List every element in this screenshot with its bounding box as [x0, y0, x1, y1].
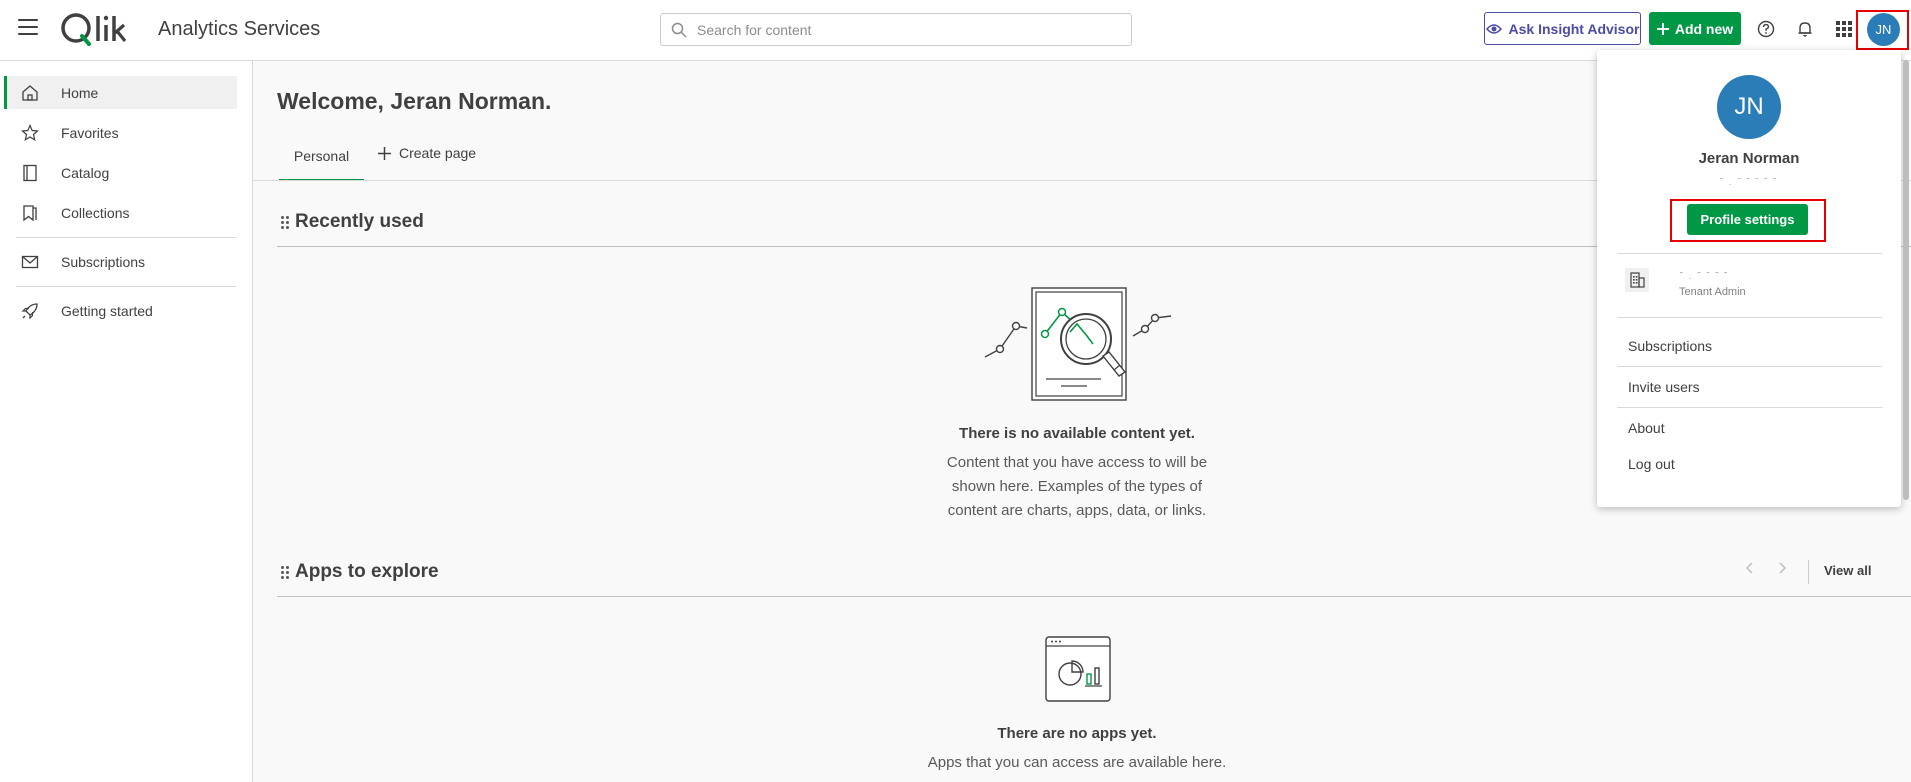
search-bar[interactable] — [660, 13, 1132, 46]
sidebar-item-collections[interactable]: Collections — [4, 196, 237, 229]
drag-handle-icon[interactable] — [281, 565, 289, 579]
sidebar-divider — [16, 237, 236, 238]
add-new-button[interactable]: Add new — [1649, 12, 1741, 45]
empty-state-description: Content that you have access to will be … — [877, 451, 1277, 523]
collections-icon — [23, 205, 37, 222]
envelope-icon — [21, 255, 39, 269]
sidebar-item-label: Getting started — [61, 302, 153, 319]
sidebar-item-label: Subscriptions — [61, 253, 146, 270]
tenant-name-redacted: ˜ ¸ ˜ ˜ ˜ ˜ — [1680, 271, 1730, 279]
recently-used-header: Recently used — [281, 211, 424, 233]
sidebar-item-catalog[interactable]: Catalog — [4, 156, 237, 189]
carousel-prev-icon[interactable] — [1744, 561, 1756, 575]
profile-avatar: JN — [1717, 75, 1781, 139]
star-icon — [21, 124, 39, 142]
help-icon[interactable] — [1754, 17, 1778, 41]
scrollbar[interactable] — [1903, 60, 1909, 500]
qlik-logo-icon — [61, 13, 127, 46]
menu-divider — [1617, 317, 1882, 318]
home-icon — [22, 85, 38, 101]
no-content-illustration-icon — [984, 287, 1172, 401]
profile-email-redacted: ˜ ¸ ˜ ˜ ˜ ˜ ˜ — [1720, 177, 1778, 185]
section-title: Recently used — [295, 211, 424, 232]
sidebar-item-label: Catalog — [61, 164, 110, 181]
menu-divider — [1617, 366, 1882, 367]
insight-eye-icon — [1485, 23, 1502, 34]
catalog-icon — [23, 164, 37, 182]
menu-item-log-out[interactable]: Log out — [1628, 456, 1675, 472]
section-divider — [277, 596, 1911, 597]
carousel-next-icon[interactable] — [1776, 561, 1788, 575]
rocket-icon — [21, 303, 38, 320]
plus-icon — [378, 146, 391, 160]
menu-divider — [1617, 253, 1882, 254]
ask-insight-advisor-label: Ask Insight Advisor — [1508, 20, 1640, 37]
notifications-bell-icon[interactable] — [1793, 17, 1817, 41]
sidebar-divider — [16, 286, 236, 287]
profile-settings-highlight-box — [1670, 199, 1826, 242]
plus-icon — [1656, 22, 1669, 35]
drag-handle-icon[interactable] — [281, 215, 289, 229]
empty-desc-line: Content that you have access to will be — [946, 454, 1208, 471]
avatar-highlight-box — [1856, 10, 1909, 50]
tenant-role: Tenant Admin — [1679, 286, 1746, 298]
empty-desc-line: shown here. Examples of the types of — [951, 478, 1203, 495]
apps-to-explore-header: Apps to explore — [281, 561, 439, 583]
tab-create-page[interactable]: Create page — [378, 145, 476, 161]
section-title: Apps to explore — [295, 561, 439, 582]
add-new-label: Add new — [1674, 20, 1734, 37]
qlik-logo[interactable] — [60, 11, 130, 47]
tab-label: Create page — [399, 145, 477, 161]
sidebar-item-home[interactable]: Home — [4, 76, 237, 109]
profile-menu: JN Jeran Norman ˜ ¸ ˜ ˜ ˜ ˜ ˜ Profile se… — [1597, 50, 1901, 507]
empty-desc-line: content are charts, apps, data, or links… — [947, 502, 1207, 519]
pager-divider — [1808, 560, 1809, 584]
empty-state-description: Apps that you can access are available h… — [927, 754, 1227, 771]
search-icon — [671, 22, 687, 38]
app-title: Analytics Services — [158, 18, 321, 40]
tab-label: Personal — [293, 148, 350, 164]
empty-state-title: There are no apps yet. — [997, 725, 1157, 742]
tenant-building-icon — [1625, 268, 1649, 292]
menu-item-subscriptions[interactable]: Subscriptions — [1628, 338, 1712, 354]
sidebar-item-label: Favorites — [61, 124, 119, 141]
empty-state-title: There is no available content yet. — [959, 425, 1195, 442]
welcome-heading: Welcome, Jeran Norman. — [277, 88, 552, 114]
apps-grid-icon[interactable] — [1832, 17, 1856, 41]
sidebar-item-subscriptions[interactable]: Subscriptions — [4, 245, 237, 278]
tab-personal[interactable]: Personal — [279, 141, 364, 181]
profile-name: Jeran Norman — [1698, 150, 1800, 167]
menu-item-invite-users[interactable]: Invite users — [1628, 379, 1700, 395]
menu-divider — [1617, 407, 1882, 408]
no-apps-illustration-icon — [1045, 636, 1111, 702]
menu-item-about[interactable]: About — [1628, 420, 1665, 436]
sidebar-item-favorites[interactable]: Favorites — [4, 116, 237, 149]
sidebar: Home Favorites Catalog Collections Subsc… — [0, 61, 253, 782]
hamburger-menu-icon[interactable] — [18, 19, 38, 39]
sidebar-item-getting-started[interactable]: Getting started — [4, 294, 237, 327]
sidebar-item-label: Home — [61, 84, 99, 101]
view-all-link[interactable]: View all — [1824, 563, 1871, 578]
search-input[interactable] — [697, 21, 1117, 38]
ask-insight-advisor-button[interactable]: Ask Insight Advisor — [1484, 12, 1641, 45]
sidebar-item-label: Collections — [61, 204, 130, 221]
